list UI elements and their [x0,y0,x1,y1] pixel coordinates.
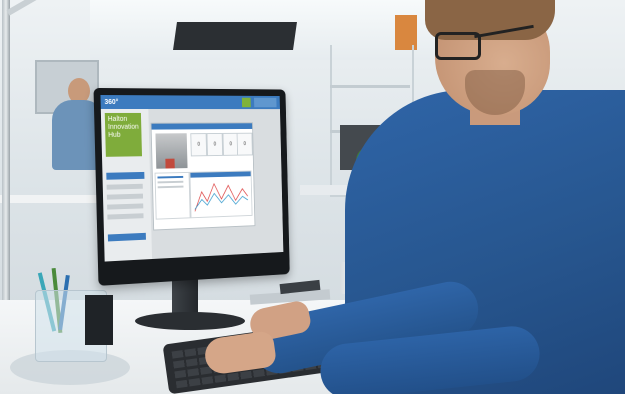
screen-nav-button [241,97,251,108]
chart-lines [190,171,251,217]
brand-line: Hub [108,131,121,139]
brand-line: Innovation [107,123,139,131]
monitor-stand-base [135,312,245,330]
product-photo [155,133,188,169]
monitor: 360° Halton Innovation Hub 0 0 0 0 [93,87,290,286]
sidebar-button [106,171,145,180]
desk-lamp-arm [6,0,79,16]
ceiling-lamp [173,22,297,50]
stat-box: 0 [236,132,253,156]
stat-box: 0 [206,132,224,157]
screen-logo: 360° [104,98,119,106]
shelf-board [330,85,410,88]
panel-header [151,123,253,130]
monitor-screen: 360° Halton Innovation Hub 0 0 0 0 [100,94,284,262]
screen-panel: 0 0 0 0 [150,122,256,231]
list-box [154,171,191,220]
screen-nav-button [254,97,277,108]
stat-box: 0 [190,133,208,157]
brand-tile: Halton Innovation Hub [104,112,142,157]
desk-lamp-arm [2,0,10,310]
brand-line: Halton [107,115,128,123]
sidebar-row [106,183,143,190]
black-holder [85,295,113,345]
screen-chart [189,170,253,219]
office-photo: 360° Halton Innovation Hub 0 0 0 0 [0,0,625,394]
